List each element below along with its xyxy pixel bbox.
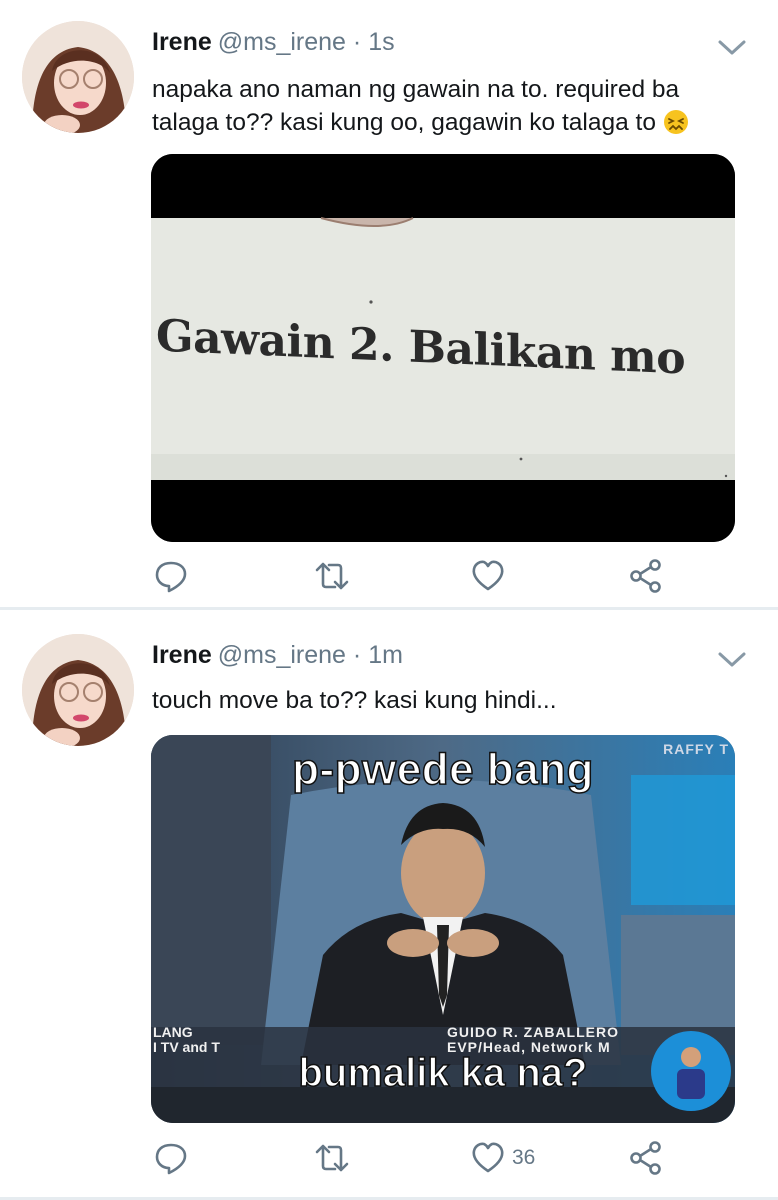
- timestamp[interactable]: · 1s: [353, 28, 395, 56]
- lower-third-right-line1: GUIDO R. ZABALLERO: [447, 1024, 619, 1040]
- tweet-header: Irene @ms_irene · 1m: [152, 640, 403, 670]
- like-count: 36: [512, 1146, 536, 1169]
- meme-caption-top: p-pwede bang: [291, 744, 594, 795]
- tweet-actions: 36: [150, 1140, 690, 1180]
- like-heart-icon[interactable]: [470, 1140, 506, 1176]
- confounded-face-icon: [663, 109, 689, 144]
- share-icon[interactable]: [628, 558, 664, 594]
- tweet[interactable]: Irene @ms_irene · 1m touch move ba to?? k…: [0, 610, 778, 1200]
- lower-third-left-line1: LANG: [153, 1024, 193, 1040]
- tweet-media-image[interactable]: Gawain 2. Balikan mo: [151, 154, 735, 542]
- user-handle[interactable]: @ms_irene: [218, 641, 346, 669]
- retweet-icon[interactable]: [312, 558, 352, 594]
- timestamp[interactable]: · 1m: [353, 641, 403, 669]
- avatar[interactable]: [22, 634, 134, 746]
- avatar[interactable]: [22, 21, 134, 133]
- tweet[interactable]: Irene @ms_irene · 1s napaka ano naman ng …: [0, 0, 778, 607]
- tweet-media-image[interactable]: RAFFY T p-pwede bang LANG I TV and T GUI…: [151, 735, 735, 1123]
- tweet-header: Irene @ms_irene · 1s: [152, 27, 395, 57]
- like-button[interactable]: 36: [470, 1140, 535, 1176]
- display-name[interactable]: Irene: [152, 641, 212, 669]
- chevron-down-icon[interactable]: [716, 648, 748, 672]
- tweet-text: napaka ano naman ng gawain na to. requir…: [152, 73, 752, 144]
- tweet-actions: [150, 558, 690, 598]
- display-name[interactable]: Irene: [152, 28, 212, 56]
- meme-caption-bottom: bumalik ka na?: [298, 1050, 588, 1096]
- share-icon[interactable]: [628, 1140, 664, 1176]
- retweet-icon[interactable]: [312, 1140, 352, 1176]
- like-heart-icon[interactable]: [470, 558, 512, 594]
- reply-icon[interactable]: [153, 558, 189, 594]
- tweet-text: touch move ba to?? kasi kung hindi...: [152, 684, 752, 717]
- tweet-body: napaka ano naman ng gawain na to. requir…: [152, 76, 680, 136]
- tweet-body: touch move ba to?? kasi kung hindi...: [152, 687, 557, 714]
- user-handle[interactable]: @ms_irene: [218, 28, 346, 56]
- chevron-down-icon[interactable]: [716, 36, 748, 60]
- reply-icon[interactable]: [153, 1140, 189, 1176]
